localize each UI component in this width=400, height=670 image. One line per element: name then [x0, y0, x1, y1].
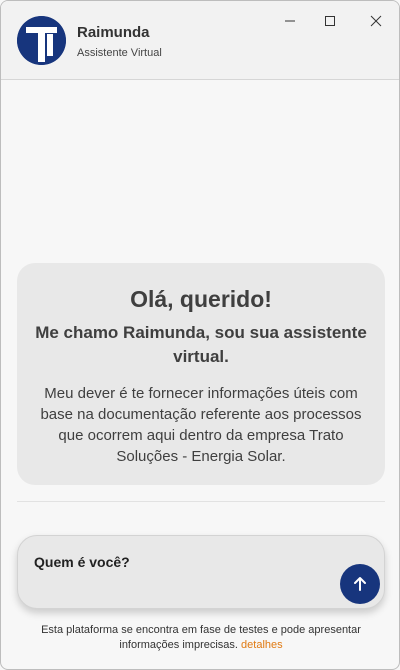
welcome-subtitle: Me chamo Raimunda, sou sua assistente vi…	[35, 323, 367, 366]
maximize-icon	[325, 16, 335, 26]
message-composer	[17, 535, 385, 609]
divider	[17, 501, 385, 502]
minimize-icon	[285, 20, 295, 22]
maximize-button[interactable]	[313, 9, 347, 33]
arrow-up-icon	[354, 577, 366, 591]
details-link[interactable]: detalhes	[241, 639, 283, 651]
welcome-body: Meu dever é te fornecer informações útei…	[40, 385, 362, 465]
message-input[interactable]	[34, 554, 334, 570]
trato-logo-icon	[17, 16, 66, 65]
chat-header: Raimunda Assistente Virtual	[1, 1, 399, 80]
close-button[interactable]	[359, 9, 393, 33]
disclaimer-text: Esta plataforma se encontra em fase de t…	[41, 624, 361, 651]
welcome-title: Olá, querido!	[130, 286, 272, 312]
close-icon	[370, 15, 382, 27]
send-button[interactable]	[340, 564, 380, 604]
minimize-button[interactable]	[273, 9, 307, 33]
chat-window: Raimunda Assistente Virtual Olá, querido…	[0, 0, 400, 670]
bot-subtitle: Assistente Virtual	[77, 47, 162, 59]
welcome-card: Olá, querido! Me chamo Raimunda, sou sua…	[17, 263, 385, 485]
disclaimer: Esta plataforma se encontra em fase de t…	[21, 623, 381, 653]
bot-name: Raimunda	[77, 24, 150, 41]
bot-avatar	[17, 16, 66, 65]
